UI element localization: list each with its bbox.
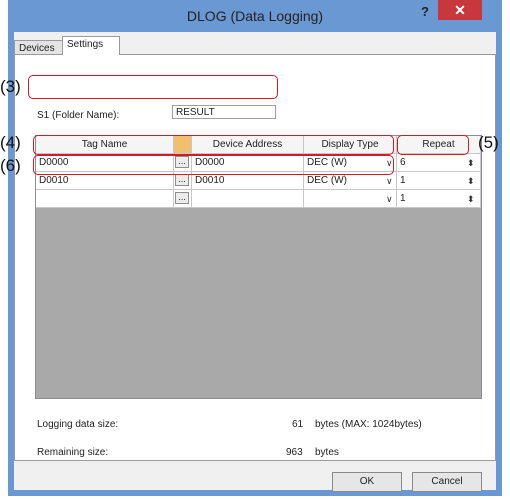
ok-button[interactable]: OK (332, 472, 402, 492)
remaining-size-value: 963 (286, 447, 303, 458)
spinner-icon[interactable]: ⬍ (467, 190, 475, 208)
callout-6: (6) (0, 156, 21, 175)
browse-cell: ... (174, 190, 192, 208)
title-bar[interactable]: DLOG (Data Logging) ? ✕ (8, 0, 502, 32)
repeat-value: 1 (400, 175, 406, 186)
repeat-spinner[interactable]: 1 ⬍ (397, 172, 481, 190)
dialog-client: Devices Settings S1 (Folder Name): RESUL… (14, 32, 496, 492)
settings-panel: S1 (Folder Name): RESULT Tag Name Device… (14, 54, 496, 461)
ellipsis-icon[interactable]: ... (175, 192, 189, 204)
folder-name-input[interactable]: RESULT (172, 105, 276, 119)
remaining-size-unit: bytes (315, 447, 339, 458)
folder-name-label: S1 (Folder Name): (37, 110, 120, 121)
spinner-icon[interactable]: ⬍ (467, 172, 475, 190)
help-button[interactable]: ? (421, 4, 429, 19)
logging-size-unit: bytes (MAX: 1024bytes) (315, 419, 422, 430)
callout-4: (4) (0, 133, 21, 152)
close-button[interactable]: ✕ (438, 0, 482, 20)
remaining-size-label: Remaining size: (37, 447, 109, 458)
callout-5: (5) (478, 133, 499, 152)
tab-devices[interactable]: Devices (14, 40, 64, 55)
repeat-value: 1 (400, 193, 406, 204)
highlight-row-d0000 (33, 135, 394, 155)
highlight-repeat (397, 135, 469, 155)
logging-size-value: 61 (292, 419, 304, 430)
tag-name-cell[interactable] (36, 190, 174, 208)
logging-size-label: Logging data size: (37, 419, 119, 430)
ellipsis-icon[interactable]: ... (175, 174, 189, 186)
repeat-value: 6 (400, 157, 406, 168)
highlight-folder-name (28, 75, 278, 99)
tab-settings[interactable]: Settings (62, 36, 120, 55)
spinner-icon[interactable]: ⬍ (467, 154, 475, 172)
display-type-value: DEC (W) (307, 175, 347, 186)
display-type-select[interactable]: ∨ (304, 190, 397, 208)
highlight-row-d0010 (33, 155, 394, 175)
device-address-cell[interactable] (192, 190, 304, 208)
repeat-spinner[interactable]: 6 ⬍ (397, 154, 481, 172)
repeat-spinner[interactable]: 1 ⬍ (397, 190, 481, 208)
chevron-down-icon[interactable]: ∨ (386, 190, 393, 208)
callout-3: (3) (0, 77, 21, 96)
cancel-button[interactable]: Cancel (412, 472, 482, 492)
